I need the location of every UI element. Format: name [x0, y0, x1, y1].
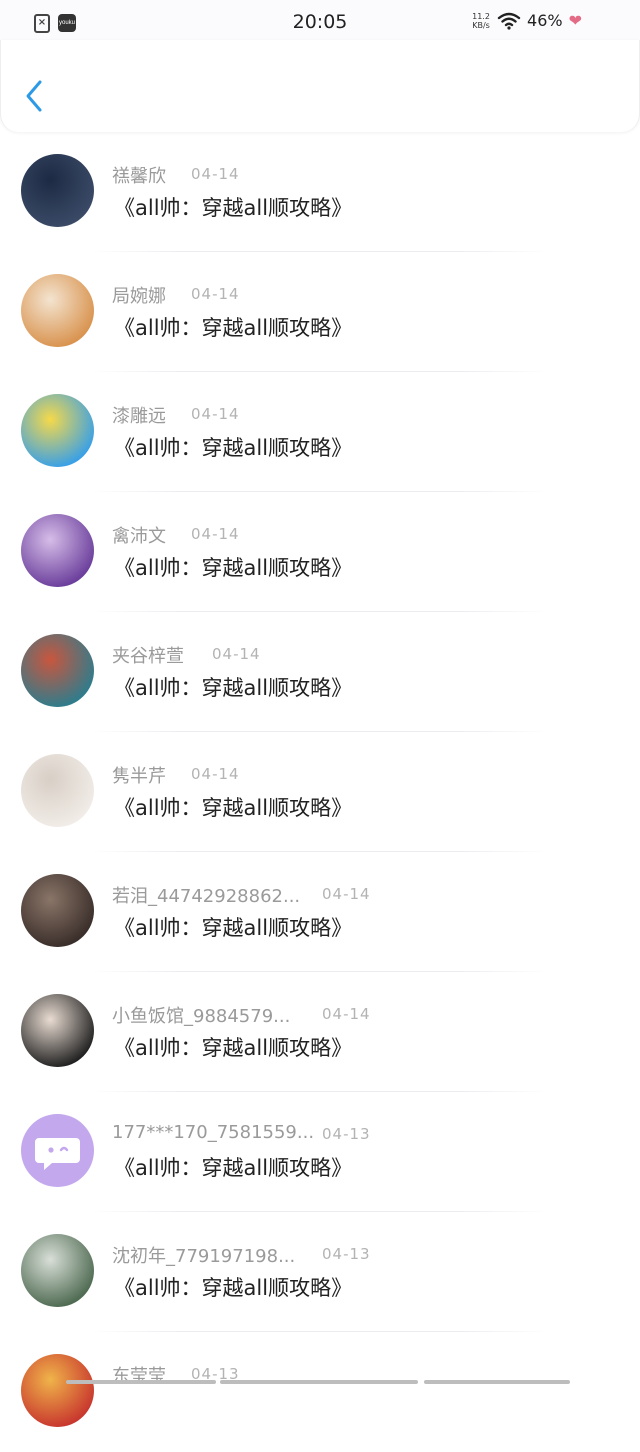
avatar[interactable] [21, 994, 94, 1067]
avatar[interactable] [21, 274, 94, 347]
avatar[interactable] [21, 1354, 94, 1427]
comment-message: 《all帅：穿越all顺攻略》 [114, 1156, 353, 1180]
scroll-indicator [424, 1380, 570, 1384]
commenter-name[interactable]: 小鱼饭馆_9884579... [112, 1002, 290, 1028]
commenter-name[interactable]: 禚馨欣 [112, 162, 166, 188]
comment-message: 《all帅：穿越all顺攻略》 [114, 796, 353, 820]
comment-item[interactable]: 沈初年_779197198... 04-13 《all帅：穿越all顺攻略》 [0, 1212, 640, 1332]
comment-date: 04-14 [322, 1005, 371, 1023]
comment-list: 禚馨欣 04-14 《all帅：穿越all顺攻略》 局婉娜 04-14 《all帅：穿越a… [0, 132, 640, 1452]
commenter-name[interactable]: 局婉娜 [112, 282, 166, 308]
network-speed-unit: KB/s [472, 20, 490, 30]
avatar[interactable] [21, 634, 94, 707]
comment-message: 《all帅：穿越all顺攻略》 [114, 436, 353, 460]
comment-date: 04-14 [212, 645, 261, 663]
network-speed: 11.2 KB/s [471, 12, 491, 30]
avatar[interactable] [21, 394, 94, 467]
comment-message: 《all帅：穿越all顺攻略》 [114, 676, 353, 700]
avatar[interactable] [21, 754, 94, 827]
comment-item[interactable]: 小鱼饭馆_9884579... 04-14 《all帅：穿越all顺攻略》 [0, 972, 640, 1092]
commenter-name[interactable]: 177***170_7581559... [112, 1122, 314, 1143]
comment-message: 《all帅：穿越all顺攻略》 [114, 556, 353, 580]
battery-level: 46% [527, 11, 563, 30]
comment-message: 《all帅：穿越all顺攻略》 [114, 196, 353, 220]
comment-item[interactable]: 禚馨欣 04-14 《all帅：穿越all顺攻略》 [0, 132, 640, 252]
comment-date: 04-14 [191, 765, 240, 783]
comment-date: 04-14 [191, 165, 240, 183]
commenter-name[interactable]: 沈初年_779197198... [112, 1242, 295, 1268]
commenter-name[interactable]: 夹谷梓萱 [112, 642, 184, 668]
status-system-icons: 11.2 KB/s 46% ❤ [471, 11, 582, 30]
avatar[interactable] [21, 1114, 94, 1187]
comment-item[interactable]: 禽沛文 04-14 《all帅：穿越all顺攻略》 [0, 492, 640, 612]
commenter-name[interactable]: 东莹莹 [112, 1362, 166, 1388]
comment-message: 《all帅：穿越all顺攻略》 [114, 316, 353, 340]
scroll-indicator [220, 1380, 418, 1384]
chevron-left-icon [26, 80, 42, 112]
comment-item[interactable]: 若泪_44742928862... 04-14 《all帅：穿越all顺攻略》 [0, 852, 640, 972]
comment-item[interactable]: 夹谷梓萱 04-14 《all帅：穿越all顺攻略》 [0, 612, 640, 732]
back-button[interactable] [21, 78, 51, 114]
comment-item[interactable]: 局婉娜 04-14 《all帅：穿越all顺攻略》 [0, 252, 640, 372]
scroll-indicator [66, 1380, 216, 1384]
comment-date: 04-14 [191, 525, 240, 543]
wifi-icon [497, 12, 521, 30]
comment-date: 04-14 [191, 405, 240, 423]
comment-item[interactable]: 漆雕远 04-14 《all帅：穿越all顺攻略》 [0, 372, 640, 492]
heart-battery-icon: ❤ [568, 11, 582, 30]
commenter-name[interactable]: 隽半芹 [112, 762, 166, 788]
avatar[interactable] [21, 154, 94, 227]
page-header [0, 40, 640, 132]
commenter-name[interactable]: 若泪_44742928862... [112, 882, 300, 908]
comment-date: 04-13 [322, 1245, 371, 1263]
comment-message: 《all帅：穿越all顺攻略》 [114, 916, 353, 940]
comment-date: 04-14 [191, 285, 240, 303]
avatar[interactable] [21, 874, 94, 947]
comment-item[interactable]: 177***170_7581559... 04-13 《all帅：穿越all顺攻略》 [0, 1092, 640, 1212]
avatar[interactable] [21, 514, 94, 587]
avatar[interactable] [21, 1234, 94, 1307]
comment-item[interactable]: 隽半芹 04-14 《all帅：穿越all顺攻略》 [0, 732, 640, 852]
comment-message: 《all帅：穿越all顺攻略》 [114, 1276, 353, 1300]
comment-item[interactable]: 东莹莹 04-13 [0, 1332, 640, 1452]
commenter-name[interactable]: 禽沛文 [112, 522, 166, 548]
commenter-name[interactable]: 漆雕远 [112, 402, 166, 428]
comment-date: 04-14 [322, 885, 371, 903]
comment-message: 《all帅：穿越all顺攻略》 [114, 1036, 353, 1060]
comment-date: 04-13 [322, 1125, 371, 1143]
network-speed-value: 11.2 [472, 11, 490, 21]
